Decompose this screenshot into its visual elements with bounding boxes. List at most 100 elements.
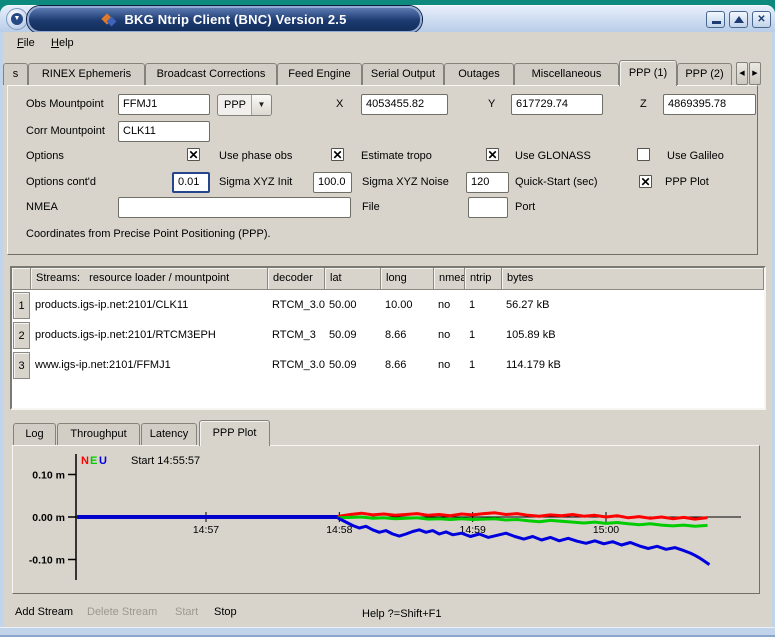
quick-start-input[interactable]: 120: [466, 172, 509, 193]
x-label: X: [336, 98, 343, 111]
tab-broadcast-corrections[interactable]: Broadcast Corrections: [145, 63, 277, 85]
ppp-plot-svg: 0.10 m0.00 m-0.10 m14:5714:5814:5915:00N…: [13, 446, 759, 593]
ppp-plot-label: PPP Plot: [665, 176, 709, 189]
svg-text:15:00: 15:00: [593, 524, 619, 536]
window-menu-icon: ▼: [11, 13, 23, 25]
col-header-ntrip[interactable]: ntrip: [465, 268, 502, 290]
cell-mountpoint: products.igs-ip.net:2101/CLK11: [35, 291, 188, 320]
svg-text:14:58: 14:58: [326, 524, 352, 536]
cell-lat: 50.00: [329, 291, 357, 320]
desktop: ▼ BKG Ntrip Client (BNC) Version 2.5 ✕ F…: [0, 0, 775, 637]
x-input[interactable]: 4053455.82: [361, 94, 448, 115]
col-header-streams[interactable]: Streams: resource loader / mountpoint: [31, 268, 268, 290]
col-header-decoder[interactable]: decoder: [268, 268, 325, 290]
tab-ppp-plot[interactable]: PPP Plot: [199, 420, 270, 446]
svg-text:14:57: 14:57: [193, 524, 219, 536]
ppp-plot-checkbox[interactable]: [639, 175, 652, 188]
tab-log[interactable]: Log: [13, 423, 56, 445]
svg-text:0.10 m: 0.10 m: [32, 470, 65, 482]
col-header-rownum[interactable]: [12, 268, 31, 290]
cell-long: 8.66: [385, 351, 406, 380]
row-number[interactable]: 2: [13, 322, 30, 349]
sigma-xyz-init-input[interactable]: 0.01: [172, 172, 210, 193]
y-input[interactable]: 617729.74: [511, 94, 603, 115]
delete-stream-button[interactable]: Delete Stream: [87, 606, 157, 618]
help-shortcut-label: Help ?=Shift+F1: [362, 608, 442, 621]
tab-miscellaneous[interactable]: Miscellaneous: [514, 63, 619, 85]
window-body: File Help s RINEX Ephemeris Broadcast Co…: [3, 32, 772, 627]
window-menu-button[interactable]: ▼: [6, 8, 28, 30]
app-window: ▼ BKG Ntrip Client (BNC) Version 2.5 ✕ F…: [0, 0, 775, 637]
minimize-button[interactable]: [706, 11, 725, 28]
options-label: Options: [26, 150, 64, 163]
maximize-button[interactable]: [729, 11, 748, 28]
maximize-icon: [734, 16, 744, 23]
use-galileo-label: Use Galileo: [667, 150, 724, 163]
tab-throughput[interactable]: Throughput: [57, 423, 140, 445]
tab-rinex-ephemeris[interactable]: RINEX Ephemeris: [28, 63, 145, 85]
z-input[interactable]: 4869395.78: [663, 94, 756, 115]
tab-rinex-observations[interactable]: s: [3, 63, 28, 85]
col-header-long[interactable]: long: [381, 268, 434, 290]
nmea-file-input[interactable]: [118, 197, 351, 218]
combo-arrow-icon: ▼: [251, 95, 271, 115]
tab-latency[interactable]: Latency: [141, 423, 197, 445]
cell-decoder: RTCM_3.0: [272, 351, 325, 380]
tab-outages[interactable]: Outages: [444, 63, 514, 85]
cell-nmea: no: [438, 351, 450, 380]
cell-mountpoint: products.igs-ip.net:2101/RTCM3EPH: [35, 321, 216, 350]
add-stream-button[interactable]: Add Stream: [15, 606, 73, 618]
cell-bytes: 114.179 kB: [506, 351, 561, 380]
svg-text:0.00 m: 0.00 m: [32, 512, 65, 524]
use-galileo-checkbox[interactable]: [637, 148, 650, 161]
tab-feed-engine[interactable]: Feed Engine: [277, 63, 362, 85]
corr-mountpoint-input[interactable]: CLK11: [118, 121, 210, 142]
close-icon: ✕: [757, 14, 765, 25]
col-header-bytes[interactable]: bytes: [502, 268, 764, 290]
svg-text:N: N: [81, 455, 89, 467]
sigma-xyz-noise-input[interactable]: 100.0: [313, 172, 352, 193]
obs-mountpoint-input[interactable]: FFMJ1: [118, 94, 210, 115]
svg-text:E: E: [90, 455, 97, 467]
window-title: BKG Ntrip Client (BNC) Version 2.5: [124, 12, 346, 27]
cell-mountpoint: www.igs-ip.net:2101/FFMJ1: [35, 351, 171, 380]
col-header-nmea[interactable]: nmea: [434, 268, 465, 290]
window-border-bottom: [0, 627, 775, 637]
tab-ppp-1[interactable]: PPP (1): [619, 60, 677, 86]
row-number[interactable]: 1: [13, 292, 30, 319]
use-glonass-label: Use GLONASS: [515, 150, 591, 163]
nmea-port-input[interactable]: [468, 197, 508, 218]
menu-help[interactable]: Help: [47, 32, 78, 54]
y-label: Y: [488, 98, 495, 111]
tab-scroll-left-button[interactable]: ◀: [736, 62, 748, 85]
corr-mountpoint-label: Corr Mountpoint: [26, 125, 105, 138]
file-label: File: [362, 201, 380, 214]
obs-mountpoint-label: Obs Mountpoint: [26, 98, 104, 111]
row-number[interactable]: 3: [13, 352, 30, 379]
cell-nmea: no: [438, 291, 450, 320]
cell-lat: 50.09: [329, 351, 357, 380]
svg-text:Start 14:55:57: Start 14:55:57: [131, 455, 200, 467]
tab-serial-output[interactable]: Serial Output: [362, 63, 444, 85]
start-button[interactable]: Start: [175, 606, 198, 618]
cell-ntrip: 1: [469, 321, 475, 350]
use-phase-obs-checkbox[interactable]: [187, 148, 200, 161]
estimate-tropo-label: Estimate tropo: [361, 150, 432, 163]
cell-ntrip: 1: [469, 291, 475, 320]
ppp-mode-select[interactable]: PPP ▼: [217, 94, 272, 116]
use-glonass-checkbox[interactable]: [486, 148, 499, 161]
estimate-tropo-checkbox[interactable]: [331, 148, 344, 161]
cell-long: 10.00: [385, 291, 413, 320]
ppp-mode-value: PPP: [224, 95, 246, 115]
menu-file[interactable]: File: [13, 32, 39, 54]
ppp1-panel: Obs Mountpoint FFMJ1 PPP ▼ X 4053455.82 …: [7, 85, 758, 255]
use-phase-obs-label: Use phase obs: [219, 150, 292, 163]
close-button[interactable]: ✕: [752, 11, 771, 28]
minimize-icon: [712, 21, 721, 24]
tab-scroll-right-button[interactable]: ▶: [749, 62, 761, 85]
svg-text:-0.10 m: -0.10 m: [29, 555, 65, 567]
cell-nmea: no: [438, 321, 450, 350]
stop-button[interactable]: Stop: [214, 606, 237, 618]
col-header-lat[interactable]: lat: [325, 268, 381, 290]
tab-ppp-2[interactable]: PPP (2): [677, 63, 732, 85]
